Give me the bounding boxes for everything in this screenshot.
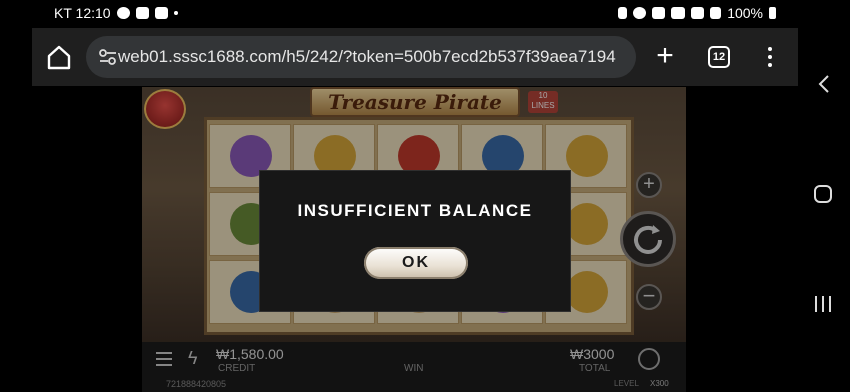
more-notifications-icon xyxy=(173,11,178,15)
b-notification-icon xyxy=(135,7,149,19)
ok-button[interactable]: OK xyxy=(364,247,468,279)
new-tab-icon[interactable]: + xyxy=(652,41,678,72)
mute-icon xyxy=(652,7,666,19)
status-time: KT 12:10 xyxy=(54,5,111,21)
insufficient-balance-dialog: INSUFFICIENT BALANCE OK xyxy=(259,170,571,312)
overflow-menu-icon[interactable] xyxy=(762,44,778,70)
battery-icon xyxy=(769,7,776,19)
url-text[interactable]: web01.sssc1688.com/h5/242/?token=500b7ec… xyxy=(118,47,632,67)
back-icon[interactable] xyxy=(816,74,832,94)
home-icon[interactable] xyxy=(44,42,74,72)
talk-notification-icon xyxy=(116,7,130,19)
recent-apps-icon[interactable] xyxy=(815,296,831,312)
system-nav-bar xyxy=(798,0,850,392)
status-right: 100% xyxy=(618,5,776,21)
battery-saver-icon xyxy=(618,7,628,19)
youtube-notification-icon xyxy=(154,7,168,19)
browser-toolbar: web01.sssc1688.com/h5/242/?token=500b7ec… xyxy=(32,28,798,86)
phone-screen: KT 12:10 100% web01.sssc1688.com/h5/242/… xyxy=(0,0,850,392)
status-left: KT 12:10 xyxy=(54,5,178,21)
battery-percent: 100% xyxy=(727,5,763,21)
alarm-icon xyxy=(633,7,647,19)
dialog-message: INSUFFICIENT BALANCE xyxy=(297,201,533,220)
status-bar: KT 12:10 100% xyxy=(32,0,798,28)
lte-icon xyxy=(691,7,705,19)
home-nav-icon[interactable] xyxy=(814,185,832,203)
tab-switcher-button[interactable]: 12 xyxy=(708,46,730,68)
signal-icon xyxy=(710,7,722,19)
address-bar[interactable]: web01.sssc1688.com/h5/242/?token=500b7ec… xyxy=(86,36,636,78)
volte-icon xyxy=(671,7,686,19)
site-settings-icon[interactable] xyxy=(98,48,118,66)
